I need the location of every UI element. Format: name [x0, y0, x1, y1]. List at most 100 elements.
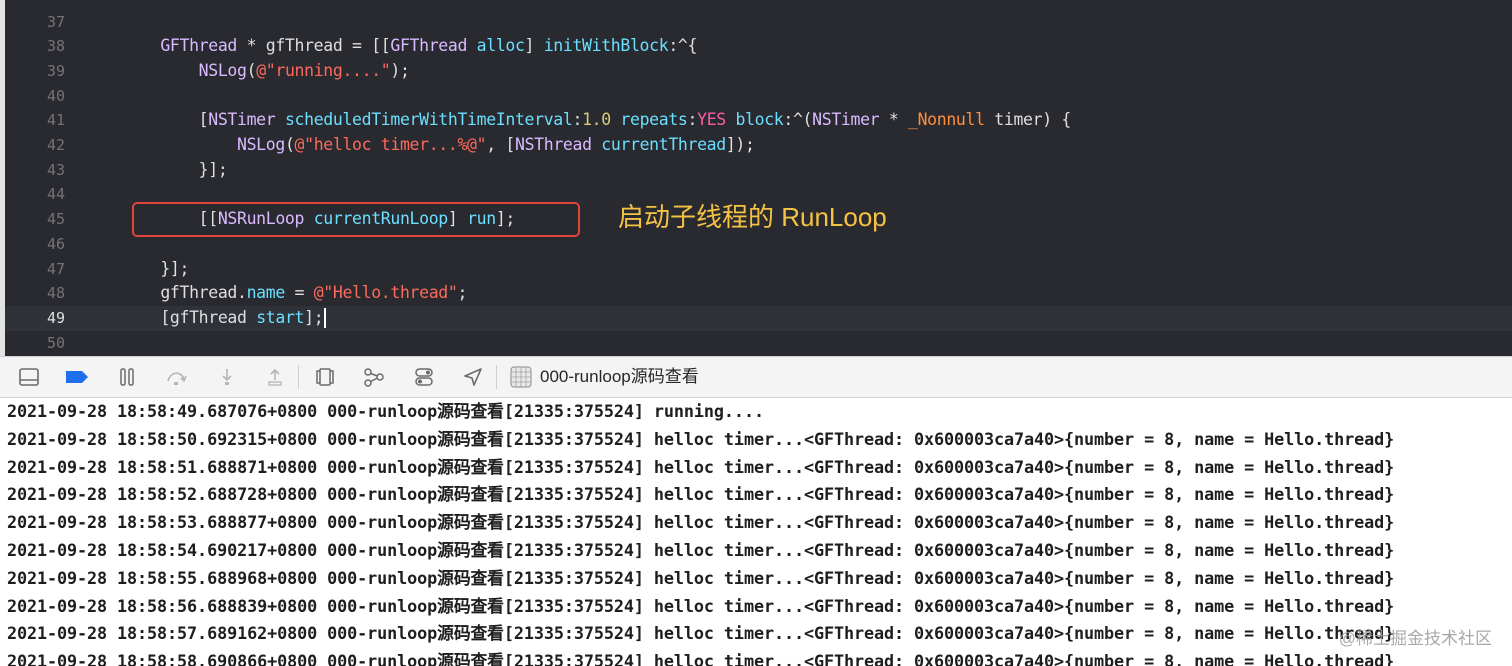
- code-token: name: [246, 283, 286, 303]
- toolbar-separator: [298, 365, 299, 389]
- line-number: 43: [46, 160, 65, 179]
- code-token: repeats: [620, 110, 688, 130]
- code-text: gfThread.name = @"Hello.thread";: [122, 281, 467, 306]
- code-token: ;: [457, 283, 468, 303]
- code-token: initWithBlock: [543, 36, 669, 56]
- code-line[interactable]: 39 NSLog(@"running....");: [5, 59, 1512, 84]
- watermark: @稀土掘金技术社区: [1338, 629, 1492, 648]
- line-number: 45: [46, 210, 65, 229]
- line-number: 37: [46, 12, 65, 31]
- code-token: alloc: [476, 36, 525, 56]
- code-token: ];: [304, 307, 324, 327]
- code-editor[interactable]: 37 38 GFThread * gfThread = [[GFThread al…: [0, 0, 1512, 356]
- code-token: :^{: [668, 36, 698, 56]
- code-line[interactable]: 48 gfThread.name = @"Hello.thread";: [5, 281, 1512, 306]
- code-token: :: [687, 110, 698, 130]
- code-token: :: [572, 110, 583, 130]
- code-token: 1.0: [582, 110, 611, 130]
- breakpoints-toggle-icon[interactable]: [64, 365, 90, 389]
- simulate-location-icon[interactable]: [460, 365, 486, 389]
- console-line: 2021-09-28 18:58:51.688871+0800 000-runl…: [7, 456, 1395, 477]
- debug-toolbar: 000-runloop源码查看: [0, 356, 1512, 398]
- code-token: YES: [697, 110, 726, 130]
- toolbar-separator: [496, 365, 497, 389]
- console-line: 2021-09-28 18:58:53.688877+0800 000-runl…: [7, 512, 1395, 533]
- code-token: GFThread: [390, 36, 468, 56]
- code-token: @"running....": [256, 60, 391, 80]
- step-into-icon[interactable]: [214, 365, 240, 389]
- console-line: 2021-09-28 18:58:50.692315+0800 000-runl…: [7, 428, 1395, 449]
- code-token: *: [879, 110, 909, 130]
- code-token: ]: [524, 36, 544, 56]
- hide-debug-area-icon[interactable]: [16, 365, 42, 389]
- line-number: 50: [46, 333, 65, 352]
- code-token: @"helloc timer...%@": [294, 135, 487, 154]
- step-out-icon[interactable]: [262, 365, 288, 389]
- code-text: NSLog(@"running....");: [122, 59, 410, 84]
- environment-overrides-icon[interactable]: [411, 365, 437, 389]
- code-token: (: [246, 60, 257, 80]
- code-token: :^(: [783, 110, 813, 130]
- code-line[interactable]: 37: [5, 10, 1512, 35]
- console-output[interactable]: 2021-09-28 18:58:49.687076+0800 000-runl…: [0, 398, 1512, 666]
- code-line[interactable]: 47 }];: [5, 257, 1512, 282]
- code-token: }];: [122, 159, 228, 179]
- code-token: @"Hello.thread": [313, 283, 458, 303]
- line-number: 42: [46, 136, 65, 154]
- line-number: 39: [46, 61, 65, 80]
- line-number: 40: [46, 86, 65, 105]
- code-token: [: [122, 110, 209, 130]
- code-token: NSLog: [198, 60, 247, 80]
- code-text: }];: [122, 158, 228, 183]
- code-text: [ NSTimer scheduledTimerWithTimeInterval:…: [122, 108, 1072, 133]
- code-token: (: [284, 135, 295, 154]
- code-line[interactable]: 43 }];: [5, 158, 1512, 183]
- code-token: _Nonnull: [908, 110, 985, 130]
- code-token: NSTimer: [812, 110, 880, 130]
- code-text: GFThread * gfThread = [[GFThread alloc] …: [122, 34, 697, 59]
- code-token: );: [390, 60, 410, 80]
- code-token: , [: [486, 135, 515, 154]
- console-line: 2021-09-28 18:58:49.687076+0800 000-runl…: [7, 401, 764, 421]
- code-line[interactable]: 50: [5, 331, 1512, 356]
- code-token: gfThread.: [122, 283, 247, 303]
- text-cursor: [324, 308, 326, 329]
- line-number: 47: [46, 259, 65, 278]
- line-number: 38: [46, 37, 65, 56]
- code-token: timer) {: [984, 110, 1071, 130]
- code-token: GFThread: [160, 36, 238, 56]
- pause-icon[interactable]: [114, 365, 140, 389]
- code-line[interactable]: 38 GFThread * gfThread = [[GFThread allo…: [5, 34, 1512, 59]
- code-line[interactable]: 49 [gfThread start];: [5, 305, 1512, 331]
- code-token: NSThread: [514, 135, 592, 154]
- console-line: 2021-09-28 18:58:57.689162+0800 000-runl…: [7, 623, 1395, 644]
- code-token: =: [284, 283, 314, 303]
- code-line[interactable]: 42 NSLog(@"helloc timer...%@", [NSThread…: [5, 133, 1512, 158]
- memory-graph-icon[interactable]: [361, 365, 387, 389]
- code-text: NSLog(@"helloc timer...%@", [NSThread cu…: [122, 133, 755, 158]
- console-line: 2021-09-28 18:58:55.688968+0800 000-runl…: [7, 567, 1395, 588]
- code-token: scheduledTimerWithTimeInterval: [284, 110, 573, 130]
- code-text: [gfThread start];: [122, 306, 326, 331]
- line-number: 44: [46, 185, 65, 204]
- highlight-box: [132, 202, 580, 237]
- code-token: block: [735, 110, 784, 130]
- code-token: }];: [122, 258, 190, 278]
- line-number: 41: [46, 111, 65, 130]
- console-line: 2021-09-28 18:58:54.690217+0800 000-runl…: [7, 540, 1395, 560]
- step-over-icon[interactable]: [164, 365, 190, 389]
- code-token: NSLog: [237, 135, 285, 154]
- code-line[interactable]: 40: [5, 84, 1512, 109]
- view-hierarchy-icon[interactable]: [312, 365, 338, 389]
- target-grid-icon[interactable]: [508, 365, 534, 389]
- console-line: 2021-09-28 18:58:56.688839+0800 000-runl…: [7, 595, 1395, 616]
- target-label[interactable]: 000-runloop源码查看: [540, 357, 699, 397]
- code-line[interactable]: 41 [ NSTimer scheduledTimerWithTimeInterv…: [5, 108, 1512, 133]
- code-token: start: [256, 307, 305, 327]
- code-token: ]);: [725, 135, 755, 154]
